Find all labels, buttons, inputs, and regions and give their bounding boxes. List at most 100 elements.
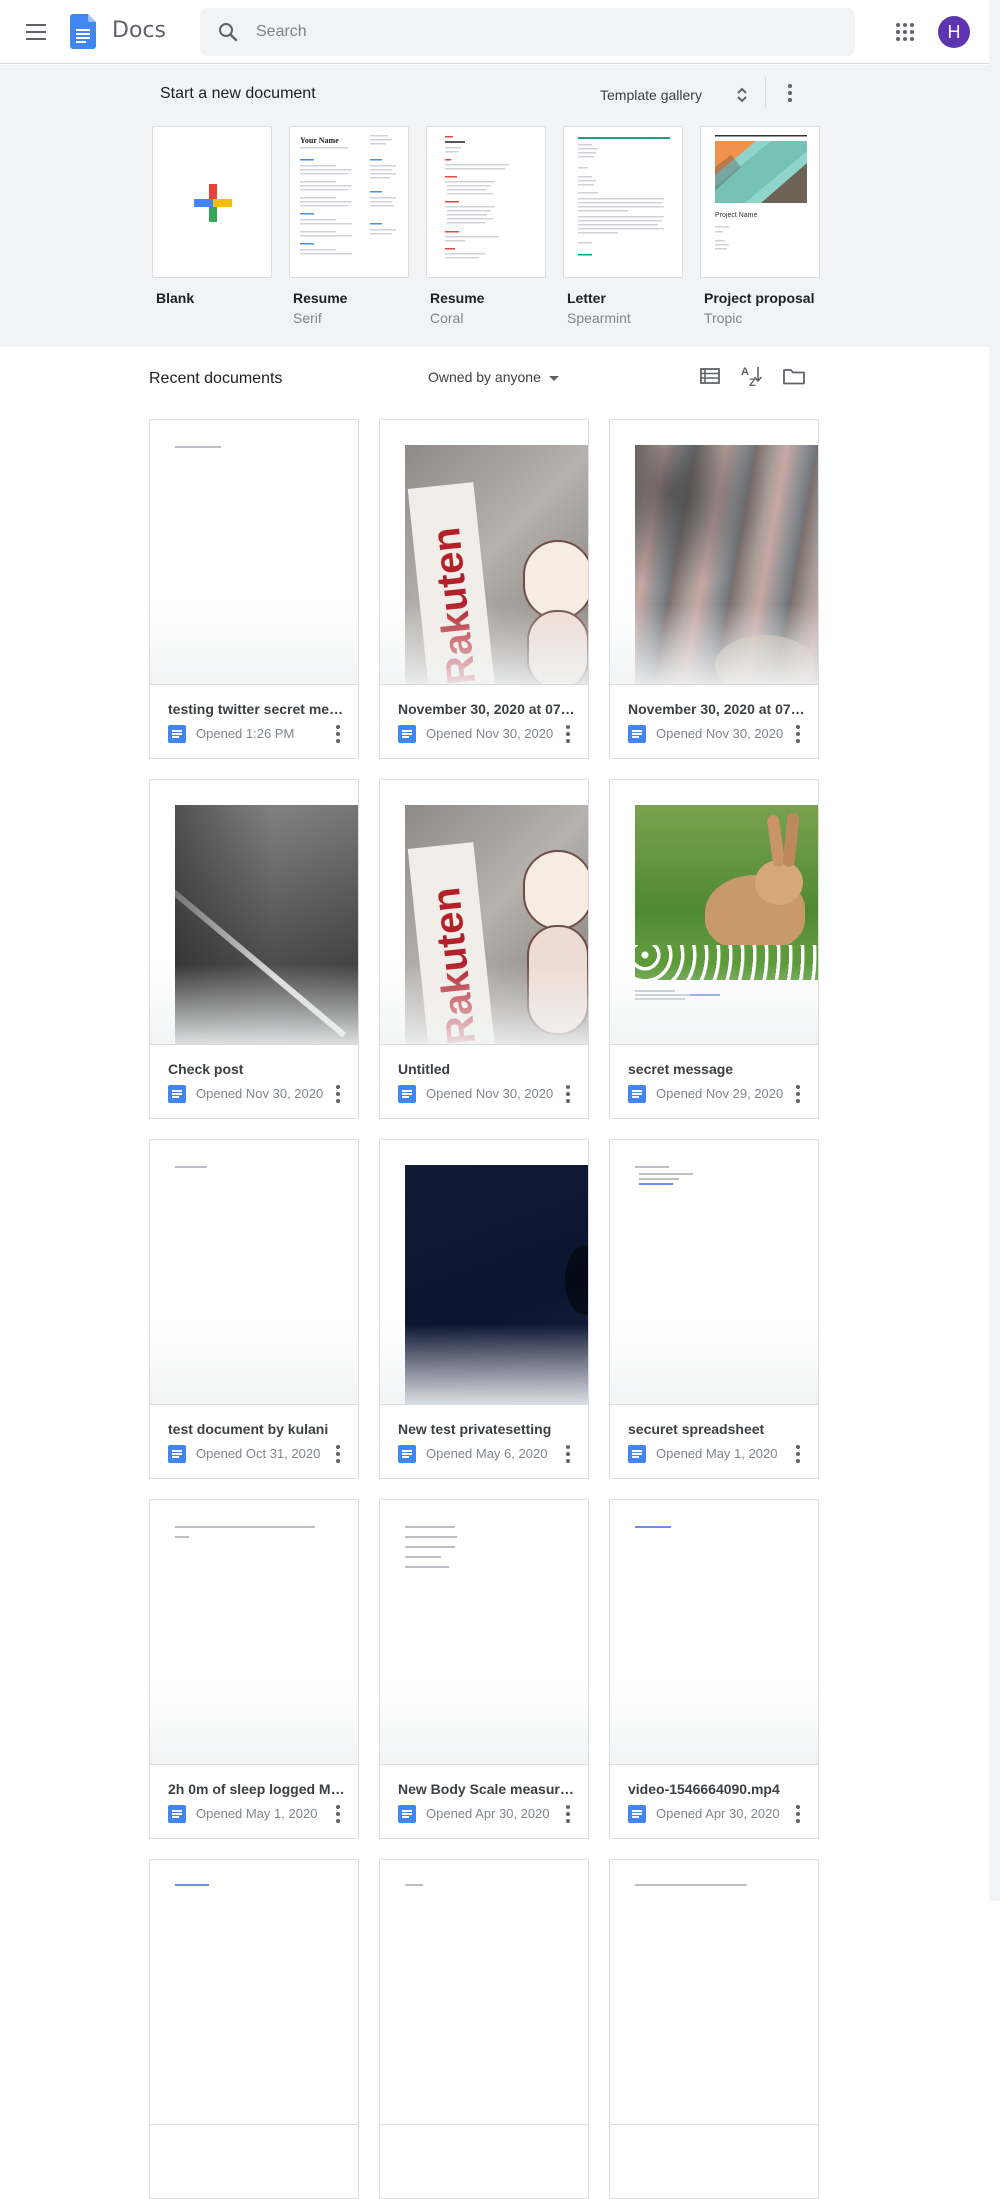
template-thumbnail <box>563 126 683 278</box>
document-card[interactable]: video-1546664090.mp4 Opened Apr 30, 2020 <box>609 1499 819 1839</box>
document-title: 2h 0m of sleep logged May 1, 2020 <box>168 1781 346 1797</box>
main-menu-button[interactable] <box>20 20 52 44</box>
document-more-options-icon[interactable] <box>788 1081 808 1107</box>
document-info: New test privatesetting Opened May 6, 20… <box>380 1404 588 1478</box>
document-info: Untitled Opened Nov 30, 2020 <box>380 1044 588 1118</box>
document-more-options-icon[interactable] <box>558 721 578 747</box>
document-more-options-icon[interactable] <box>558 1801 578 1827</box>
recent-documents-heading: Recent documents <box>149 370 283 387</box>
template-style: Spearmint <box>567 310 631 326</box>
template-blank[interactable]: Blank <box>152 126 272 306</box>
search-icon[interactable] <box>216 20 240 44</box>
document-more-options-icon[interactable] <box>788 1441 808 1467</box>
document-more-options-icon[interactable] <box>558 1081 578 1107</box>
document-title: testing twitter secret message <box>168 701 346 717</box>
resume-coral-lines-graphic <box>445 136 509 259</box>
page-scrollbar-track[interactable] <box>989 0 1000 1901</box>
document-preview <box>150 1500 358 1764</box>
document-more-options-icon[interactable] <box>328 1441 348 1467</box>
docs-file-icon <box>628 1085 646 1103</box>
document-preview: Rakuten <box>380 780 588 1044</box>
proposal-graphic <box>715 135 807 250</box>
search-input[interactable] <box>256 8 816 56</box>
document-more-options-icon[interactable] <box>788 721 808 747</box>
docs-file-icon <box>398 725 416 743</box>
template-resume-serif[interactable]: Your Name Resume Serif <box>289 126 409 326</box>
document-preview <box>150 420 358 684</box>
document-info <box>610 2124 818 2198</box>
document-info: video-1546664090.mp4 Opened Apr 30, 2020 <box>610 1764 818 1838</box>
template-more-options-icon[interactable] <box>780 79 800 107</box>
template-style: Coral <box>430 310 464 326</box>
document-title: New Body Scale measurement <box>398 1781 576 1797</box>
account-avatar[interactable]: H <box>938 16 970 48</box>
document-card[interactable]: Rakuten Untitled Opened Nov 30, 2020 <box>379 779 589 1119</box>
document-card[interactable] <box>149 1859 359 2199</box>
template-preview-name: Project Name <box>715 212 758 219</box>
document-card[interactable] <box>609 1859 819 2199</box>
document-title: Untitled <box>398 1061 451 1077</box>
document-more-options-icon[interactable] <box>328 1801 348 1827</box>
template-gallery-label: Template gallery <box>600 87 702 103</box>
document-card[interactable]: testing twitter secret message Opened 1:… <box>149 419 359 759</box>
app-header: Docs H <box>0 0 989 64</box>
document-info <box>380 2124 588 2198</box>
document-preview <box>380 1860 588 2124</box>
docs-file-icon <box>168 725 186 743</box>
docs-file-icon <box>628 1805 646 1823</box>
document-title: Check post <box>168 1061 244 1077</box>
plus-icon <box>194 184 232 222</box>
document-card[interactable]: secret message Opened Nov 29, 2020 <box>609 779 819 1119</box>
google-apps-icon[interactable] <box>895 22 915 42</box>
template-resume-coral[interactable]: Resume Coral <box>426 126 546 326</box>
document-preview <box>380 1500 588 1764</box>
document-more-options-icon[interactable] <box>328 721 348 747</box>
sort-az-icon[interactable]: A Z <box>738 362 766 390</box>
owner-filter-dropdown[interactable]: Owned by anyone <box>428 365 559 389</box>
folder-icon[interactable] <box>780 362 808 390</box>
document-preview: Rakuten <box>380 420 588 684</box>
document-opened-date: Opened May 6, 2020 <box>426 1446 548 1461</box>
document-card[interactable]: New test privatesetting Opened May 6, 20… <box>379 1139 589 1479</box>
document-preview <box>610 1860 818 2124</box>
document-title: New test privatesetting <box>398 1421 552 1437</box>
document-preview <box>150 1860 358 2124</box>
document-preview <box>610 1500 818 1764</box>
letter-lines-graphic <box>578 137 670 256</box>
template-project-proposal-tropic[interactable]: Project Name Project proposal Tropic <box>700 126 820 326</box>
document-card[interactable]: Rakuten November 30, 2020 at 07:... Open… <box>379 419 589 759</box>
list-view-icon[interactable] <box>696 362 724 390</box>
template-section: Start a new document Template gallery Bl… <box>0 65 989 347</box>
document-card[interactable]: New Body Scale measurement Opened Apr 30… <box>379 1499 589 1839</box>
app-title[interactable]: Docs <box>112 18 166 43</box>
template-name: Letter <box>567 290 606 306</box>
template-name: Resume <box>293 290 348 306</box>
document-preview <box>610 780 818 1044</box>
document-opened-date: Opened May 1, 2020 <box>656 1446 778 1461</box>
template-gallery-button[interactable]: Template gallery <box>600 79 747 111</box>
document-more-options-icon[interactable] <box>328 1081 348 1107</box>
document-card[interactable]: Check post Opened Nov 30, 2020 <box>149 779 359 1119</box>
bunny-photo <box>635 805 818 980</box>
document-info: testing twitter secret message Opened 1:… <box>150 684 358 758</box>
search-bar[interactable] <box>200 8 855 56</box>
template-thumbnail <box>426 126 546 278</box>
template-letter-spearmint[interactable]: Letter Spearmint <box>563 126 683 326</box>
docs-file-icon <box>398 1805 416 1823</box>
svg-text:A: A <box>741 366 749 378</box>
resume-lines-graphic <box>300 135 396 255</box>
document-title: secret message <box>628 1061 734 1077</box>
document-card[interactable]: securet spreadsheet Opened May 1, 2020 <box>609 1139 819 1479</box>
template-name: Blank <box>156 290 195 306</box>
docs-logo-icon <box>70 14 96 49</box>
document-card[interactable] <box>379 1859 589 2199</box>
document-info: secret message Opened Nov 29, 2020 <box>610 1044 818 1118</box>
document-opened-date: Opened Oct 31, 2020 <box>196 1446 321 1461</box>
docs-file-icon <box>628 1445 646 1463</box>
document-card[interactable]: November 30, 2020 at 07:... Opened Nov 3… <box>609 419 819 759</box>
document-info: November 30, 2020 at 07:... Opened Nov 3… <box>380 684 588 758</box>
document-more-options-icon[interactable] <box>788 1801 808 1827</box>
document-more-options-icon[interactable] <box>558 1441 578 1467</box>
document-card[interactable]: test document by kulani Opened Oct 31, 2… <box>149 1139 359 1479</box>
document-card[interactable]: 2h 0m of sleep logged May 1, 2020 Opened… <box>149 1499 359 1839</box>
